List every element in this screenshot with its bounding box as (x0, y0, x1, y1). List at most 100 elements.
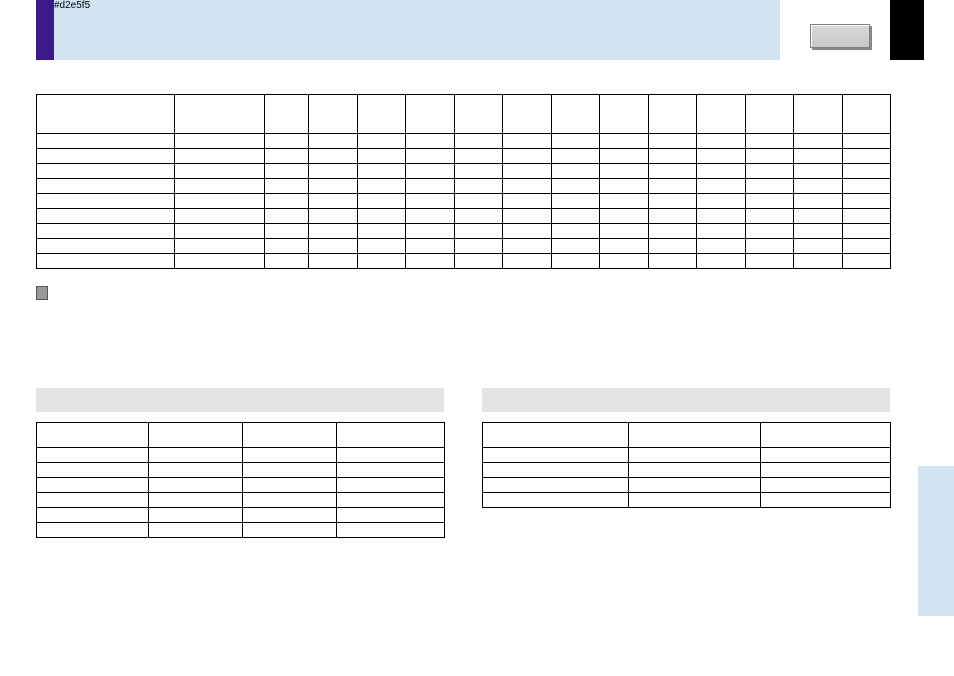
table-cell (406, 254, 455, 269)
table-row (37, 179, 891, 194)
table-cell (37, 194, 175, 209)
main-table (36, 94, 891, 269)
table-cell (454, 179, 503, 194)
table-cell (149, 493, 243, 508)
table-cell (357, 239, 406, 254)
table-cell (357, 134, 406, 149)
table-cell (648, 194, 697, 209)
table-cell (243, 493, 337, 508)
table-cell (697, 149, 746, 164)
table-cell (454, 134, 503, 149)
table-cell (794, 239, 843, 254)
table-header-cell (648, 95, 697, 134)
table-cell (357, 209, 406, 224)
table-cell (357, 164, 406, 179)
table-cell (745, 134, 794, 149)
table-row (37, 493, 445, 508)
main-table-wrap (36, 94, 890, 269)
table-cell (503, 194, 552, 209)
table-cell (406, 209, 455, 224)
table-header-cell (629, 423, 761, 448)
table-cell (149, 448, 243, 463)
table-cell (406, 149, 455, 164)
table-cell (37, 523, 149, 538)
table-cell (37, 179, 175, 194)
table-cell (454, 164, 503, 179)
table-cell (175, 224, 265, 239)
table-cell (551, 194, 600, 209)
right-subtable-block (482, 388, 890, 508)
table-cell (483, 478, 629, 493)
table-row (37, 448, 445, 463)
table-cell (309, 149, 358, 164)
table-cell (842, 134, 891, 149)
table-cell (551, 164, 600, 179)
table-cell (503, 179, 552, 194)
table-cell (483, 448, 629, 463)
table-header-cell (551, 95, 600, 134)
table-cell (745, 209, 794, 224)
table-cell (37, 493, 149, 508)
table-cell (551, 224, 600, 239)
table-cell (149, 523, 243, 538)
table-cell (175, 134, 265, 149)
footnote-marker-icon (36, 286, 48, 300)
table-cell (551, 239, 600, 254)
table-header-row (483, 423, 891, 448)
table-cell (600, 194, 649, 209)
table-header-cell (745, 95, 794, 134)
table-cell (794, 194, 843, 209)
table-cell (265, 134, 309, 149)
table-cell (629, 493, 761, 508)
table-cell (406, 179, 455, 194)
table-header-cell (37, 95, 175, 134)
table-cell (406, 224, 455, 239)
header-button[interactable] (810, 24, 870, 48)
table-cell (648, 224, 697, 239)
table-cell (697, 224, 746, 239)
table-cell (265, 179, 309, 194)
table-cell (357, 149, 406, 164)
table-cell (309, 194, 358, 209)
table-header-cell (842, 95, 891, 134)
table-cell (503, 224, 552, 239)
table-cell (175, 179, 265, 194)
table-cell (503, 149, 552, 164)
table-row (483, 463, 891, 478)
table-row (37, 194, 891, 209)
table-cell (697, 179, 746, 194)
table-cell (629, 478, 761, 493)
table-row (37, 523, 445, 538)
table-cell (337, 478, 445, 493)
table-cell (454, 194, 503, 209)
side-tab[interactable] (918, 466, 954, 616)
right-subtable (482, 422, 891, 508)
table-cell (265, 254, 309, 269)
table-cell (648, 149, 697, 164)
table-cell (337, 463, 445, 478)
table-cell (454, 224, 503, 239)
table-cell (149, 508, 243, 523)
right-subtable-heading (482, 388, 890, 412)
header-gap (780, 0, 812, 60)
table-header-cell (503, 95, 552, 134)
table-cell (265, 164, 309, 179)
table-cell (243, 448, 337, 463)
table-row (37, 239, 891, 254)
table-cell (149, 463, 243, 478)
table-cell (309, 164, 358, 179)
table-cell (37, 134, 175, 149)
table-cell (175, 254, 265, 269)
table-cell (337, 508, 445, 523)
table-cell (503, 134, 552, 149)
table-cell (761, 493, 891, 508)
table-cell (337, 493, 445, 508)
table-cell (551, 209, 600, 224)
table-cell (697, 134, 746, 149)
table-cell (629, 448, 761, 463)
table-cell (175, 209, 265, 224)
table-cell (697, 209, 746, 224)
table-cell (842, 254, 891, 269)
table-header-cell (265, 95, 309, 134)
table-cell (503, 164, 552, 179)
